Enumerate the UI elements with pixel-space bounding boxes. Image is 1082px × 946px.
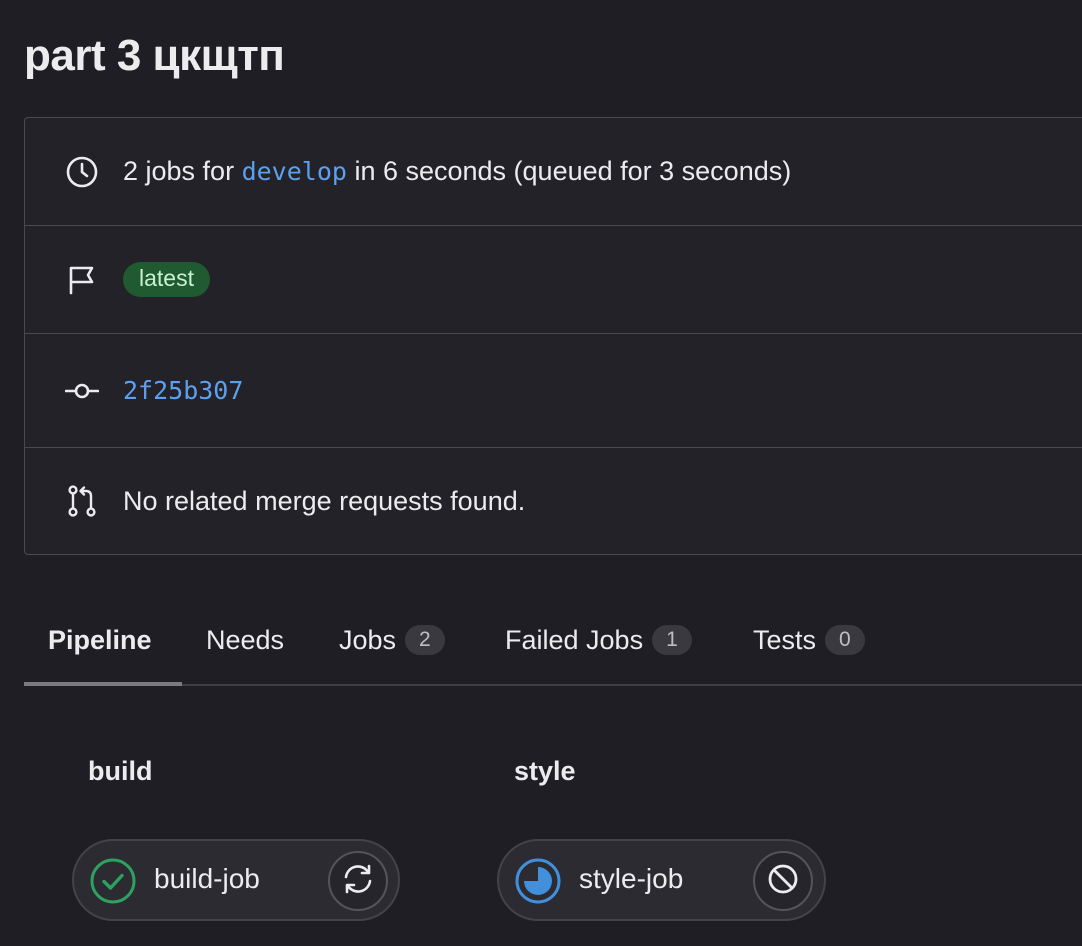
job-name-build-job: build-job	[154, 863, 260, 894]
flag-icon	[65, 263, 99, 297]
tab-tests-label: Tests	[753, 624, 817, 655]
commit-icon	[65, 374, 99, 408]
pipeline-page: part 3 цкщтп 2 jobs for develop in 6 sec…	[0, 0, 1082, 946]
tab-tests[interactable]: Tests 0	[753, 596, 865, 684]
merge-requests-row: No related merge requests found.	[25, 448, 1082, 554]
tab-needs[interactable]: Needs	[206, 596, 284, 684]
retry-icon	[341, 862, 375, 901]
badges-row: latest	[25, 226, 1082, 334]
cancel-icon	[766, 862, 800, 901]
pipeline-info-card: 2 jobs for develop in 6 seconds (queued …	[24, 117, 1082, 555]
tab-failed-jobs-count: 1	[652, 625, 692, 655]
tab-needs-label: Needs	[206, 624, 285, 655]
tab-tests-count: 0	[825, 625, 865, 655]
active-tab-indicator	[24, 682, 182, 686]
commit-row: 2f25b307	[25, 334, 1082, 448]
latest-badge: latest	[123, 262, 210, 297]
merge-request-icon	[65, 484, 99, 518]
cancel-button[interactable]	[753, 851, 813, 911]
job-name-style-job: style-job	[579, 863, 684, 894]
running-icon	[515, 858, 561, 904]
tab-pipeline-label: Pipeline	[48, 624, 152, 655]
duration-row: 2 jobs for develop in 6 seconds (queued …	[25, 118, 1082, 226]
job-style-job[interactable]: style-job	[497, 839, 826, 921]
tab-jobs[interactable]: Jobs 2	[339, 596, 445, 684]
jobs-summary-prefix: 2 jobs for	[123, 156, 235, 186]
check-circle-icon	[90, 858, 136, 904]
stage-title-build: build	[88, 756, 153, 786]
jobs-summary: 2 jobs for develop in 6 seconds (queued …	[123, 156, 791, 187]
tab-pipeline[interactable]: Pipeline	[48, 596, 152, 684]
tab-jobs-label: Jobs	[339, 624, 397, 655]
branch-link[interactable]: develop	[242, 157, 347, 186]
commit-sha-link[interactable]: 2f25b307	[123, 376, 243, 405]
tab-jobs-count: 2	[405, 625, 445, 655]
tab-failed-jobs[interactable]: Failed Jobs 1	[505, 596, 692, 684]
retry-button[interactable]	[328, 851, 388, 911]
clock-icon	[65, 155, 99, 189]
merge-requests-text: No related merge requests found.	[123, 485, 526, 516]
badge-wrapper: latest	[123, 262, 210, 297]
jobs-summary-suffix: in 6 seconds (queued for 3 seconds)	[354, 156, 792, 186]
tab-failed-jobs-label: Failed Jobs	[505, 624, 644, 655]
page-title: part 3 цкщтп	[24, 31, 285, 80]
stage-title-style: style	[514, 756, 576, 786]
job-build-job[interactable]: build-job	[72, 839, 400, 921]
pipeline-tabs: Pipeline Needs Jobs 2 Failed Jobs 1 Test…	[24, 596, 1082, 686]
